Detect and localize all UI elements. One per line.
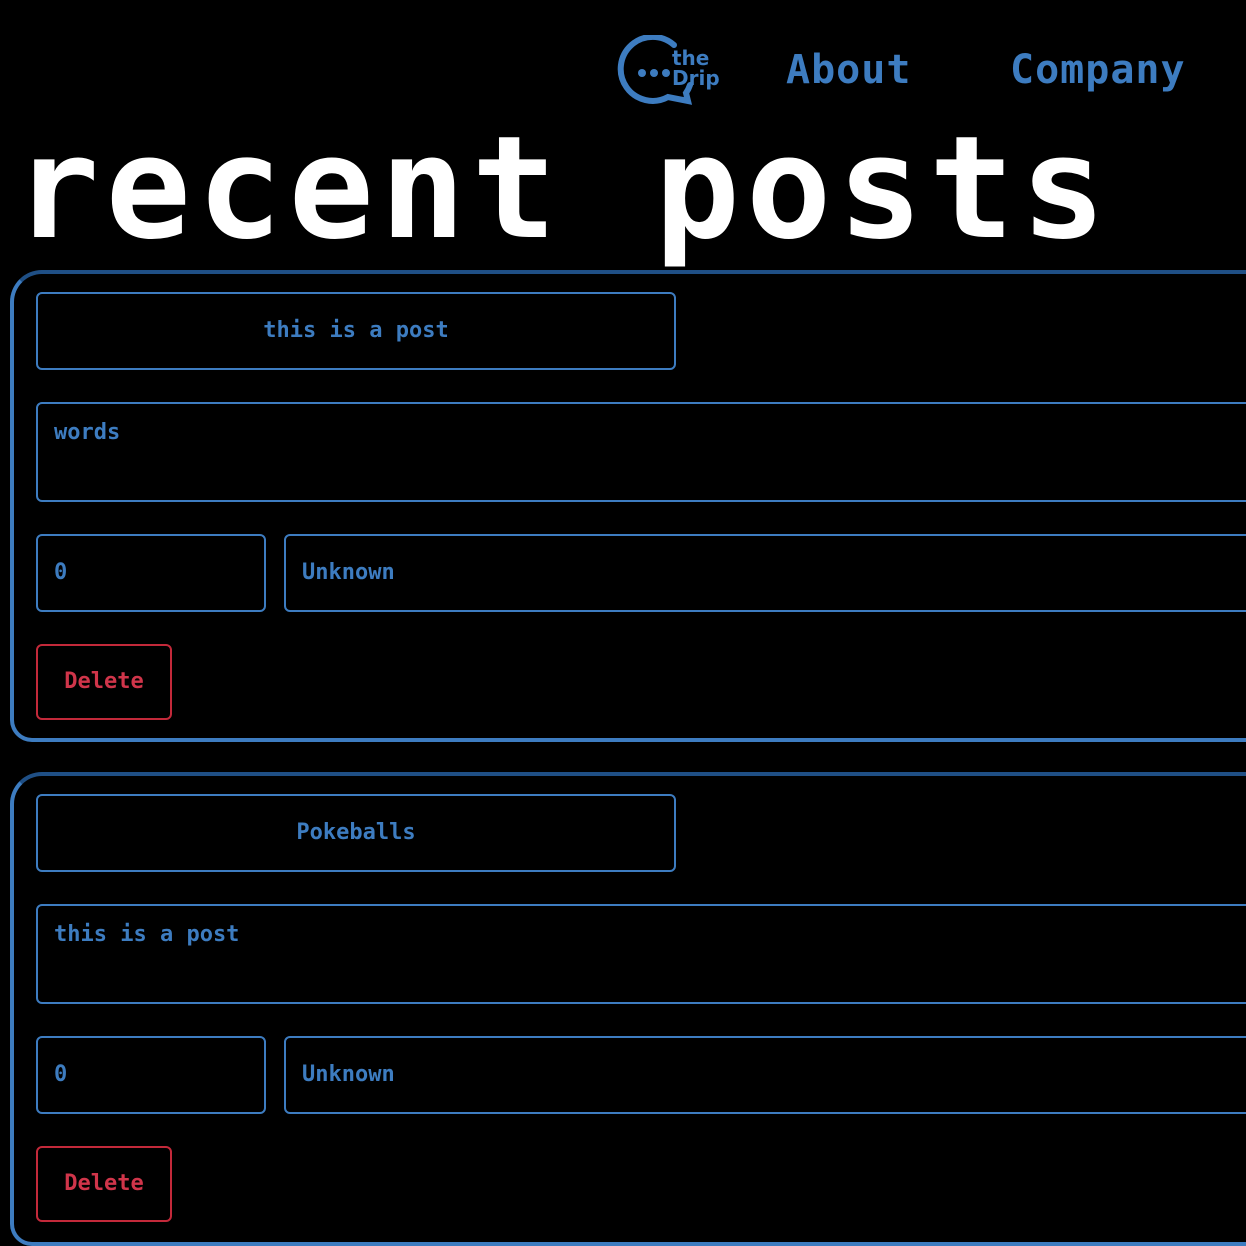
- page-title: recent posts: [14, 106, 1112, 271]
- post-count-field[interactable]: 0: [36, 1036, 266, 1114]
- post-author-field[interactable]: Unknown: [284, 534, 1246, 612]
- nav-about-link[interactable]: About: [786, 46, 911, 94]
- post-author-field[interactable]: Unknown: [284, 1036, 1246, 1114]
- logo-line2: Drip: [672, 66, 720, 90]
- post-count-field[interactable]: 0: [36, 534, 266, 612]
- post-title-field[interactable]: this is a post: [36, 292, 676, 370]
- post-card: this is a post words 0 Unknown Delete: [10, 270, 1246, 742]
- post-card: Pokeballs this is a post 0 Unknown Delet…: [10, 772, 1246, 1246]
- delete-button[interactable]: Delete: [36, 1146, 172, 1222]
- post-body-field[interactable]: this is a post: [36, 904, 1246, 1004]
- nav-company-link[interactable]: Company: [1010, 46, 1186, 94]
- speech-bubble-icon: the Drip: [617, 35, 720, 105]
- delete-button[interactable]: Delete: [36, 644, 172, 720]
- site-logo[interactable]: the Drip: [616, 35, 722, 109]
- post-title-field[interactable]: Pokeballs: [36, 794, 676, 872]
- post-body-field[interactable]: words: [36, 402, 1246, 502]
